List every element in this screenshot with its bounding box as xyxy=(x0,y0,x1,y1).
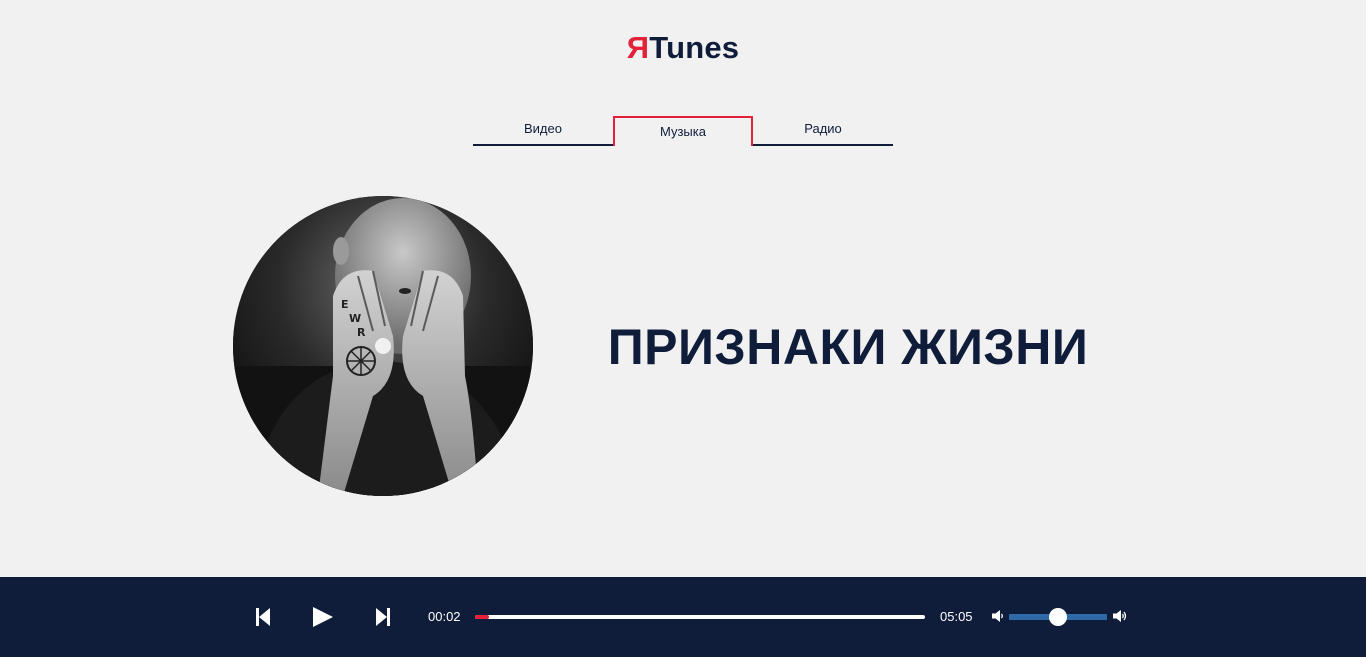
skip-back-icon xyxy=(256,608,270,626)
previous-button[interactable] xyxy=(254,605,272,629)
max-volume-button[interactable] xyxy=(1113,609,1129,623)
play-icon xyxy=(313,607,333,627)
svg-text:E: E xyxy=(341,298,349,311)
volume-high-icon xyxy=(1113,610,1127,622)
svg-text:W: W xyxy=(349,312,361,325)
volume-slider[interactable] xyxy=(1009,608,1107,626)
duration-time: 05:05 xyxy=(940,609,973,624)
progress-bar[interactable] xyxy=(475,615,925,619)
logo-accent-letter: Я xyxy=(626,30,650,65)
svg-text:R: R xyxy=(357,326,366,339)
tab-label: Музыка xyxy=(660,124,706,139)
next-button[interactable] xyxy=(374,605,392,629)
logo-text: Tunes xyxy=(649,30,740,65)
progress-fill xyxy=(475,615,489,619)
skip-forward-icon xyxy=(376,608,390,626)
tab-label: Радио xyxy=(804,121,842,136)
tab-radio[interactable]: Радио xyxy=(753,116,893,146)
volume-low-icon xyxy=(992,610,1003,622)
disc-center-hole xyxy=(375,338,391,354)
tab-label: Видео xyxy=(524,121,562,136)
app-logo: ЯTunes xyxy=(0,30,1366,66)
tab-video[interactable]: Видео xyxy=(473,116,613,146)
mute-button[interactable] xyxy=(992,609,1004,623)
track-title: ПРИЗНАКИ ЖИЗНИ xyxy=(607,319,1089,375)
play-button[interactable] xyxy=(312,605,334,629)
tab-music[interactable]: Музыка xyxy=(613,116,753,146)
volume-slider-handle[interactable] xyxy=(1049,608,1067,626)
player-bar: 00:02 05:05 xyxy=(0,577,1366,657)
current-time: 00:02 xyxy=(428,609,461,624)
tab-bar: Видео Музыка Радио xyxy=(473,116,893,146)
